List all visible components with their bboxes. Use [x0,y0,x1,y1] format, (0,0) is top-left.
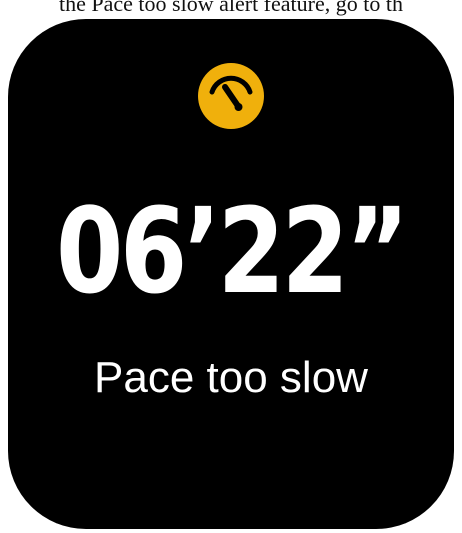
page: the Pace too slow alert feature, go to t… [0,0,462,533]
pace-alert-label: Pace too slow [94,353,368,402]
pace-value: 06’22” [56,182,409,320]
watch-screen: 06’22” Pace too slow [8,19,454,529]
document-caption-text: the Pace too slow alert feature, go to t… [59,0,403,16]
speedometer-gauge-icon [198,63,264,129]
